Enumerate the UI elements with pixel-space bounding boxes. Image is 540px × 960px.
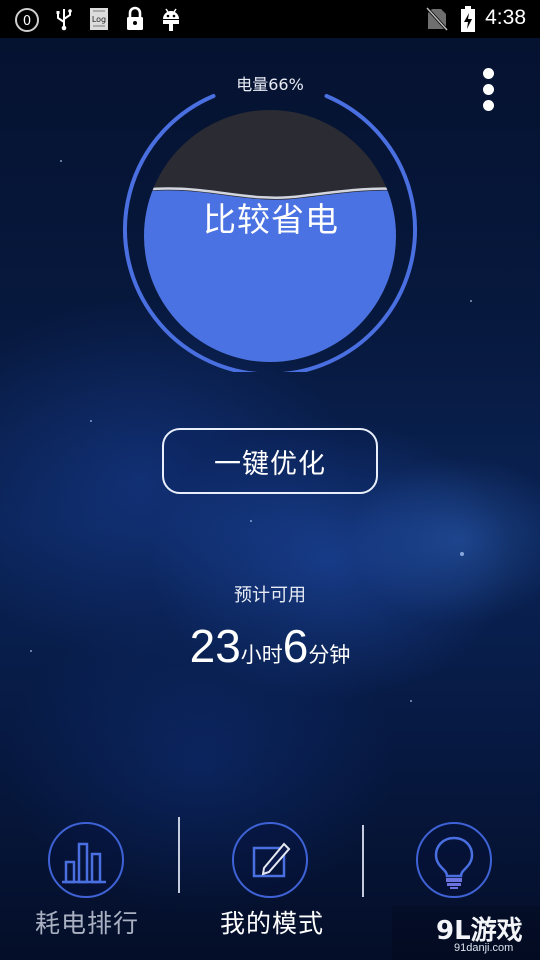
background-star xyxy=(60,160,62,162)
status-time: 4:38 xyxy=(485,6,526,29)
background-star xyxy=(460,552,464,556)
estimated-time-remaining: 23小时6分钟 xyxy=(120,619,420,673)
power-mode-text: 比较省电 xyxy=(203,200,339,239)
android-debug-icon xyxy=(163,8,179,31)
bar-chart-icon xyxy=(62,842,106,884)
light-bulb-icon xyxy=(434,836,474,889)
status-bar: 0 Log 4:38 xyxy=(0,0,540,38)
edit-note-icon xyxy=(252,842,291,878)
usb-icon xyxy=(56,9,72,31)
estimate-minutes: 6 xyxy=(282,620,309,672)
battery-saver-screen: 0 Log 4:38 电量66% 比较省电 一键优化 预计可用 23小时6分钟 … xyxy=(0,0,540,960)
notification-count-text: 0 xyxy=(23,14,31,29)
nav-circle xyxy=(48,822,124,898)
battery-charging-icon xyxy=(461,6,475,32)
nav-divider xyxy=(362,825,364,897)
more-dot-icon xyxy=(483,100,494,111)
estimate-hours: 23 xyxy=(189,620,241,672)
nav-item-power-ranking[interactable]: 耗电排行 xyxy=(0,822,180,960)
estimate-label: 预计可用 xyxy=(234,585,306,606)
nav-circle xyxy=(416,822,492,898)
nav-label-my-mode: 我的模式 xyxy=(219,909,324,938)
watermark-url: 91danji.com xyxy=(454,942,514,954)
one-click-optimize-button[interactable]: 一键优化 xyxy=(162,428,378,494)
nav-label-power-ranking: 耗电排行 xyxy=(34,909,139,938)
more-dot-icon xyxy=(483,68,494,79)
nav-circle xyxy=(232,822,308,898)
site-watermark: 9L游戏 91danji.com xyxy=(392,906,540,960)
estimate-minutes-unit: 分钟 xyxy=(308,643,351,667)
background-star xyxy=(410,700,412,702)
log-icon: Log xyxy=(90,8,108,30)
nav-item-my-mode[interactable]: 我的模式 xyxy=(180,822,360,960)
background-star xyxy=(250,520,252,522)
more-dot-icon xyxy=(483,84,494,95)
no-sim-icon xyxy=(426,7,448,31)
background-star xyxy=(90,420,92,422)
background-star xyxy=(30,650,32,652)
notification-count-icon: 0 xyxy=(15,8,39,32)
background-star xyxy=(470,300,472,302)
log-icon-text: Log xyxy=(92,15,106,24)
more-options-button[interactable] xyxy=(474,66,504,112)
lock-icon xyxy=(127,6,143,30)
estimate-hours-unit: 小时 xyxy=(240,643,283,667)
